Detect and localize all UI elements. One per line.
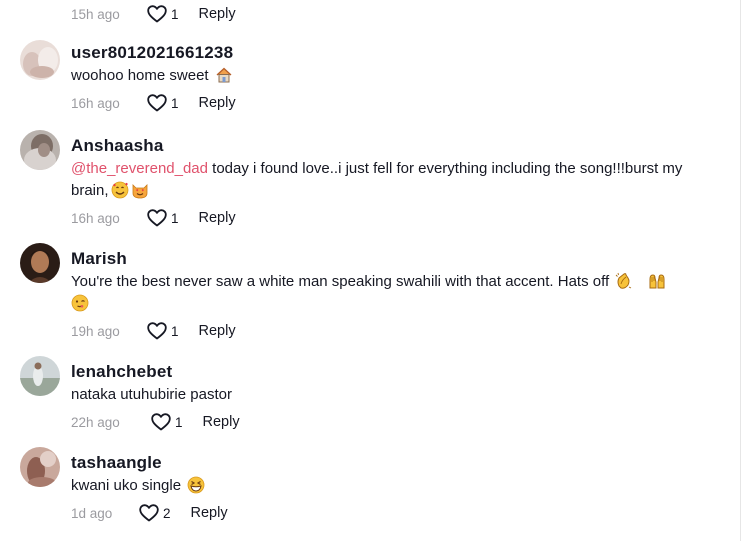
reply-button[interactable]: Reply: [199, 323, 236, 339]
avatar[interactable]: [20, 40, 60, 80]
reply-button[interactable]: Reply: [203, 414, 240, 430]
avatar[interactable]: [20, 447, 60, 487]
avatar[interactable]: [20, 243, 60, 283]
like-count: 1: [171, 95, 179, 111]
smiling-face-with-hearts-emoji: [111, 181, 129, 199]
comment-text: You're the best never saw a white man sp…: [71, 271, 700, 315]
comment-text-body: You're the best never saw a white man sp…: [71, 273, 610, 290]
heart-icon: [151, 413, 171, 431]
like-button[interactable]: 1: [147, 94, 179, 112]
comment-meta: 16h ago 1 Reply: [71, 92, 700, 114]
comment-username[interactable]: Marish: [71, 248, 700, 270]
comment-username[interactable]: lenahchebet: [71, 361, 700, 383]
like-count: 1: [171, 323, 179, 339]
comment-username[interactable]: Anshaasha: [71, 135, 700, 157]
reply-button[interactable]: Reply: [191, 505, 228, 521]
heart-icon: [147, 5, 167, 23]
comment-time: 16h ago: [71, 95, 120, 111]
comment-text: @the_reverend_dad today i found love..i …: [71, 158, 700, 202]
reply-button[interactable]: Reply: [199, 95, 236, 111]
heart-eyes-cat-emoji: [131, 181, 149, 199]
comment-text-body: nataka utuhubirie pastor: [71, 386, 232, 403]
like-button[interactable]: 2: [139, 504, 171, 522]
comment-text-body: kwani uko single: [71, 477, 182, 494]
reply-button[interactable]: Reply: [199, 210, 236, 226]
avatar[interactable]: [20, 130, 60, 170]
comment-text: woohoo home sweet: [71, 65, 700, 87]
comment-meta: 19h ago 1 Reply: [71, 320, 700, 342]
comment-time: 15h ago: [71, 6, 120, 22]
like-count: 2: [163, 505, 171, 521]
heart-icon: [139, 504, 159, 522]
comment-text: kwani uko single: [71, 475, 700, 497]
like-button[interactable]: 1: [151, 413, 183, 431]
grinning-squinting-face-emoji: [187, 476, 205, 494]
comment-time: 16h ago: [71, 210, 120, 226]
comment-time: 19h ago: [71, 323, 120, 339]
comment-feed: 15h ago 1 Reply user8012021661238 woohoo…: [0, 0, 741, 541]
heart-icon: [147, 322, 167, 340]
raising-hands-emoji: [648, 272, 666, 290]
comment-time: 22h ago: [71, 414, 120, 430]
avatar[interactable]: [20, 356, 60, 396]
heart-icon: [147, 94, 167, 112]
house-emoji: [215, 66, 233, 84]
like-button[interactable]: 1: [147, 5, 179, 23]
comment-text: nataka utuhubirie pastor: [71, 384, 700, 406]
like-count: 1: [171, 210, 179, 226]
comment-meta-top: 15h ago 1 Reply: [71, 4, 236, 24]
like-button[interactable]: 1: [147, 322, 179, 340]
like-button[interactable]: 1: [147, 209, 179, 227]
like-count: 1: [175, 414, 183, 430]
winking-face-emoji: [71, 294, 89, 312]
comment-meta: 22h ago 1 Reply: [71, 411, 700, 433]
comment-mention[interactable]: @the_reverend_dad: [71, 160, 208, 177]
comment-time: 1d ago: [71, 505, 113, 521]
comment-meta: 1d ago 2 Reply: [71, 502, 700, 524]
comment-username[interactable]: user8012021661238: [71, 42, 700, 64]
clapping-hands-emoji: [615, 272, 633, 290]
reply-button[interactable]: Reply: [199, 6, 236, 22]
heart-icon: [147, 209, 167, 227]
comment-text-body: woohoo home sweet: [71, 67, 209, 84]
comment-username[interactable]: tashaangle: [71, 452, 700, 474]
like-count: 1: [171, 6, 179, 22]
comment-meta: 16h ago 1 Reply: [71, 207, 700, 229]
